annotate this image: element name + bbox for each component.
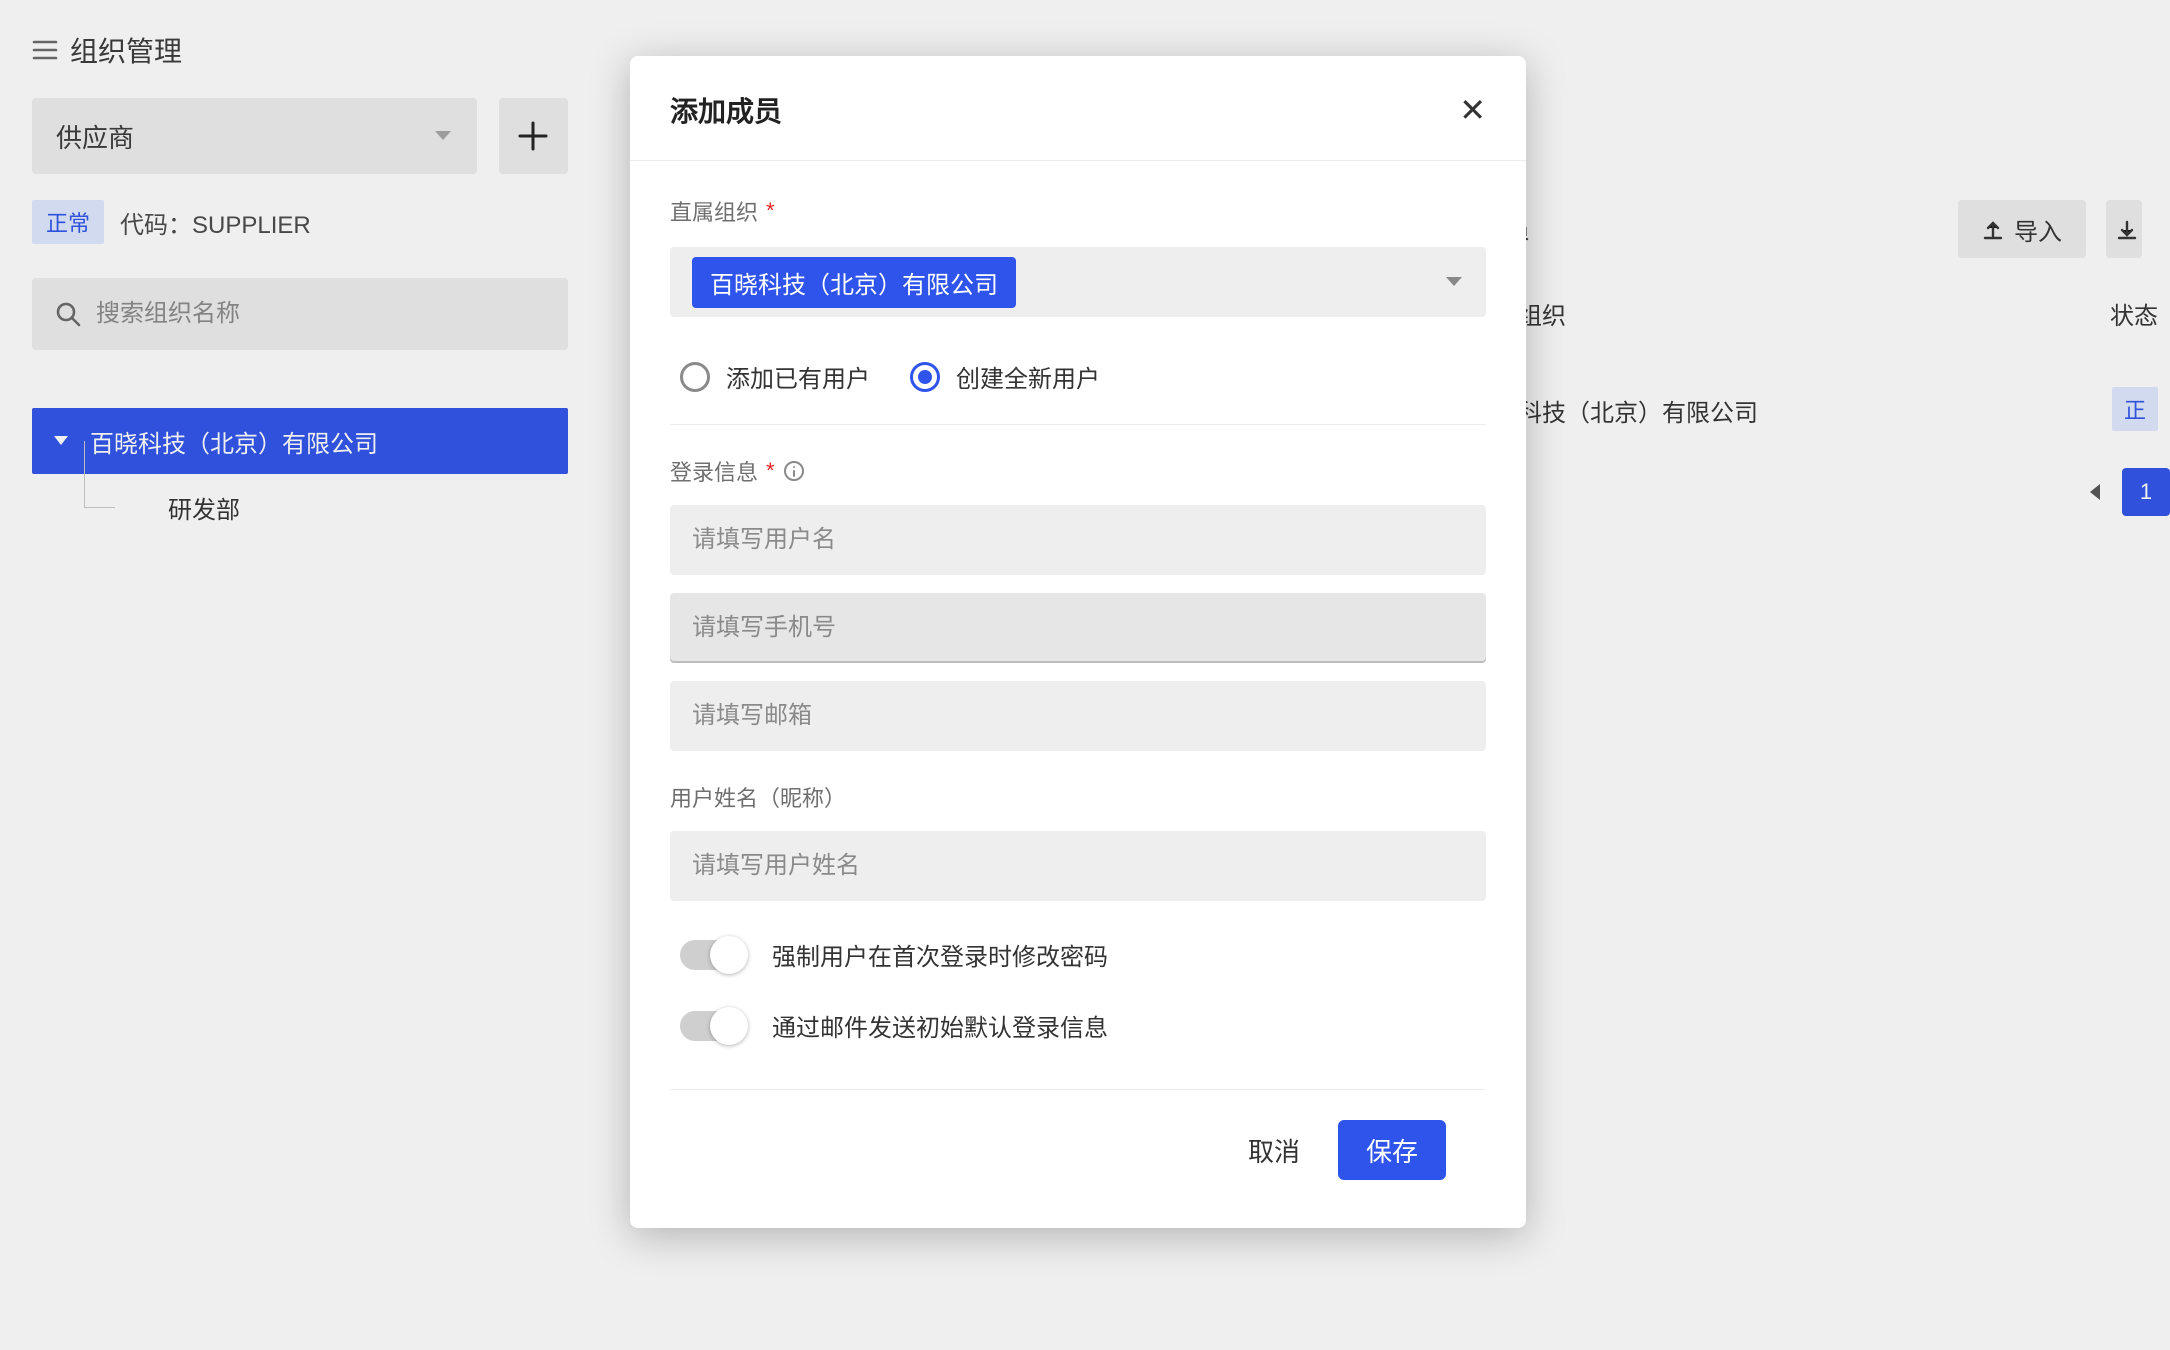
- field-nickname-label: 用户姓名（昵称）: [670, 781, 1486, 813]
- mail-info-toggle[interactable]: [680, 1011, 746, 1041]
- radio-icon: [680, 362, 710, 392]
- caret-down-icon: [1444, 275, 1464, 289]
- switch-label: 强制用户在首次登录时修改密码: [772, 937, 1108, 972]
- switch-mail-info-row: 通过邮件发送初始默认登录信息: [670, 1008, 1486, 1043]
- radio-new-user[interactable]: 创建全新用户: [910, 359, 1100, 394]
- modal-header: 添加成员 ✕: [630, 56, 1526, 161]
- phone-input-wrap: [670, 593, 1486, 663]
- org-chip: 百晓科技（北京）有限公司: [692, 257, 1016, 308]
- username-input-wrap: [670, 505, 1486, 575]
- phone-input[interactable]: [692, 614, 1464, 642]
- toggle-knob: [710, 936, 748, 974]
- nickname-input[interactable]: [692, 852, 1464, 880]
- app-root: 组织管理 供应商 正常 代码：SUPPLIER: [0, 0, 2170, 1350]
- switch-label: 通过邮件发送初始默认登录信息: [772, 1008, 1108, 1043]
- switch-force-password-row: 强制用户在首次登录时修改密码: [670, 937, 1486, 972]
- force-password-toggle[interactable]: [680, 940, 746, 970]
- email-input-wrap: [670, 681, 1486, 751]
- radio-existing-user[interactable]: 添加已有用户: [680, 359, 870, 394]
- close-icon[interactable]: ✕: [1459, 94, 1486, 126]
- required-mark: *: [766, 198, 775, 224]
- radio-label: 创建全新用户: [956, 359, 1100, 394]
- toggle-knob: [710, 1007, 748, 1045]
- info-icon[interactable]: [783, 460, 805, 482]
- modal-footer: 取消 保存: [670, 1089, 1486, 1218]
- field-login-label: 登录信息 *: [670, 455, 1486, 487]
- user-mode-radio-group: 添加已有用户 创建全新用户: [670, 359, 1486, 425]
- email-input[interactable]: [692, 702, 1464, 730]
- modal-body: 直属组织 * 百晓科技（北京）有限公司 添加已有用户 创建全新用户: [630, 161, 1526, 1228]
- nickname-input-wrap: [670, 831, 1486, 901]
- direct-org-select[interactable]: 百晓科技（北京）有限公司: [670, 247, 1486, 317]
- username-input[interactable]: [692, 526, 1464, 554]
- add-member-modal: 添加成员 ✕ 直属组织 * 百晓科技（北京）有限公司 添加已有用户: [630, 56, 1526, 1228]
- radio-icon: [910, 362, 940, 392]
- modal-title: 添加成员: [670, 90, 782, 130]
- required-mark: *: [766, 458, 775, 484]
- field-direct-org-label: 直属组织 *: [670, 195, 1486, 227]
- cancel-button[interactable]: 取消: [1240, 1120, 1308, 1180]
- radio-label: 添加已有用户: [726, 359, 870, 394]
- save-button[interactable]: 保存: [1338, 1120, 1446, 1180]
